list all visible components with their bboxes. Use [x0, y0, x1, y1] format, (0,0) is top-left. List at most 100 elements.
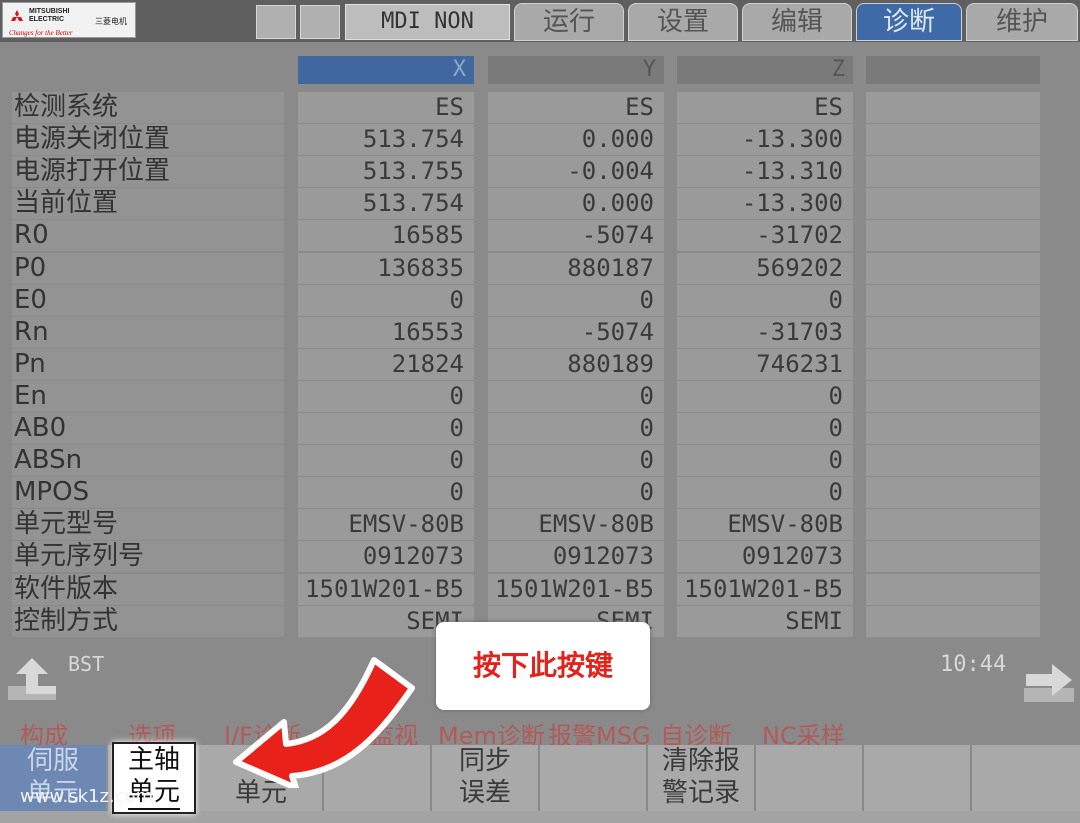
- table-cell: 136835: [298, 253, 474, 284]
- table-cell: 0: [298, 445, 474, 476]
- axis-header-x[interactable]: X: [298, 56, 474, 84]
- row-label: R0: [12, 220, 284, 251]
- softkey-line1: 同步: [458, 746, 511, 776]
- row-label: 电源打开位置: [12, 156, 284, 187]
- header-blank-box-2: [300, 5, 340, 39]
- table-cell: -31703: [677, 317, 853, 348]
- mitsubishi-diamonds-icon: [11, 10, 23, 21]
- table-cell: 0.000: [488, 188, 664, 219]
- table-cell: 569202: [677, 253, 853, 284]
- row-label: 单元型号: [12, 509, 284, 540]
- table-cell: [866, 253, 1040, 284]
- table-cell: [866, 574, 1040, 605]
- table-cell: 1501W201-B5: [677, 574, 853, 605]
- softkey-blank-10[interactable]: [972, 745, 1080, 811]
- clock: 10:44: [940, 652, 1007, 677]
- table-cell: EMSV-80B: [488, 509, 664, 540]
- table-cell: 0.000: [488, 124, 664, 155]
- table-cell: [866, 541, 1040, 572]
- row-label: Pn: [12, 349, 284, 380]
- return-arrow-icon[interactable]: [6, 656, 58, 704]
- row-label: 电源关闭位置: [12, 124, 284, 155]
- table-cell: ES: [488, 92, 664, 123]
- table-cell: 513.754: [298, 124, 474, 155]
- softkey-line2: 误差: [458, 778, 511, 808]
- logo-brand-line1: MITSUBISHI: [29, 8, 70, 15]
- red-pointer-arrow-icon: [233, 657, 415, 788]
- row-label: ABSn: [12, 445, 284, 476]
- softkey-line1: 伺服: [26, 746, 79, 776]
- table-cell: 0: [488, 381, 664, 412]
- table-cell: 0: [298, 285, 474, 316]
- table-cell: 513.754: [298, 188, 474, 219]
- tab-run[interactable]: 运行: [514, 3, 624, 41]
- table-cell: 0912073: [488, 541, 664, 572]
- table-cell: 0912073: [298, 541, 474, 572]
- table-cell: [866, 349, 1040, 380]
- table-cell: -31702: [677, 220, 853, 251]
- bst-label: BST: [68, 652, 105, 676]
- mitsubishi-logo: MITSUBISHI ELECTRIC 三菱电机 Changes for the…: [2, 2, 136, 38]
- table-cell: [866, 156, 1040, 187]
- table-cell: [866, 317, 1040, 348]
- table-cell: -13.300: [677, 188, 853, 219]
- tab-edit[interactable]: 编辑: [742, 3, 852, 41]
- table-cell: 0: [488, 413, 664, 444]
- instruction-callout: 按下此按键: [436, 622, 650, 710]
- softkey-blank-9[interactable]: [864, 745, 972, 811]
- table-cell: [866, 220, 1040, 251]
- table-cell: 16585: [298, 220, 474, 251]
- table-cell: 0: [677, 381, 853, 412]
- table-cell: [866, 413, 1040, 444]
- table-cell: 880187: [488, 253, 664, 284]
- table-cell: 0: [677, 477, 853, 508]
- row-label: 当前位置: [12, 188, 284, 219]
- row-label: E0: [12, 285, 284, 316]
- table-cell: [866, 477, 1040, 508]
- table-cell: -13.300: [677, 124, 853, 155]
- row-label: MPOS: [12, 477, 284, 508]
- table-cell: [866, 606, 1040, 637]
- row-label: En: [12, 381, 284, 412]
- table-cell: ES: [298, 92, 474, 123]
- table-cell: -5074: [488, 317, 664, 348]
- softkey-clear-alarm-history[interactable]: 清除报 警记录: [648, 745, 756, 811]
- mode-display: MDI NON: [345, 4, 510, 40]
- row-label: Rn: [12, 317, 284, 348]
- table-cell: [866, 285, 1040, 316]
- table-cell: [866, 509, 1040, 540]
- row-label: 软件版本: [12, 574, 284, 605]
- axis-header-blank[interactable]: [866, 56, 1040, 84]
- row-label: 检测系统: [12, 92, 284, 123]
- next-page-arrow-icon[interactable]: [1022, 662, 1076, 704]
- tab-setup[interactable]: 设置: [628, 3, 738, 41]
- watermark: www.sk1z.com: [20, 786, 154, 807]
- axis-header-z[interactable]: Z: [677, 56, 853, 84]
- softkey-line2: 警记录: [661, 778, 740, 808]
- table-cell: 0912073: [677, 541, 853, 572]
- table-cell: SEMI: [677, 606, 853, 637]
- softkey-line1: 清除报: [661, 746, 740, 776]
- header-blank-box-1: [256, 5, 296, 39]
- softkey-blank-6[interactable]: [540, 745, 648, 811]
- tab-maintenance[interactable]: 维护: [966, 3, 1078, 41]
- table-cell: [866, 381, 1040, 412]
- logo-brand-line2: ELECTRIC: [29, 16, 64, 23]
- table-cell: EMSV-80B: [677, 509, 853, 540]
- table-cell: 746231: [677, 349, 853, 380]
- softkey-sync-error[interactable]: 同步 误差: [432, 745, 540, 811]
- table-cell: 513.755: [298, 156, 474, 187]
- row-label: AB0: [12, 413, 284, 444]
- table-cell: 0: [677, 445, 853, 476]
- table-cell: 0: [677, 285, 853, 316]
- axis-header-y[interactable]: Y: [488, 56, 664, 84]
- table-cell: 880189: [488, 349, 664, 380]
- softkey-blank-8[interactable]: [756, 745, 864, 811]
- table-cell: [866, 445, 1040, 476]
- table-cell: ES: [677, 92, 853, 123]
- table-cell: -13.310: [677, 156, 853, 187]
- row-label: 单元序列号: [12, 541, 284, 572]
- table-cell: 0: [298, 381, 474, 412]
- table-cell: 1501W201-B5: [488, 574, 664, 605]
- tab-diagnosis[interactable]: 诊断: [856, 3, 962, 41]
